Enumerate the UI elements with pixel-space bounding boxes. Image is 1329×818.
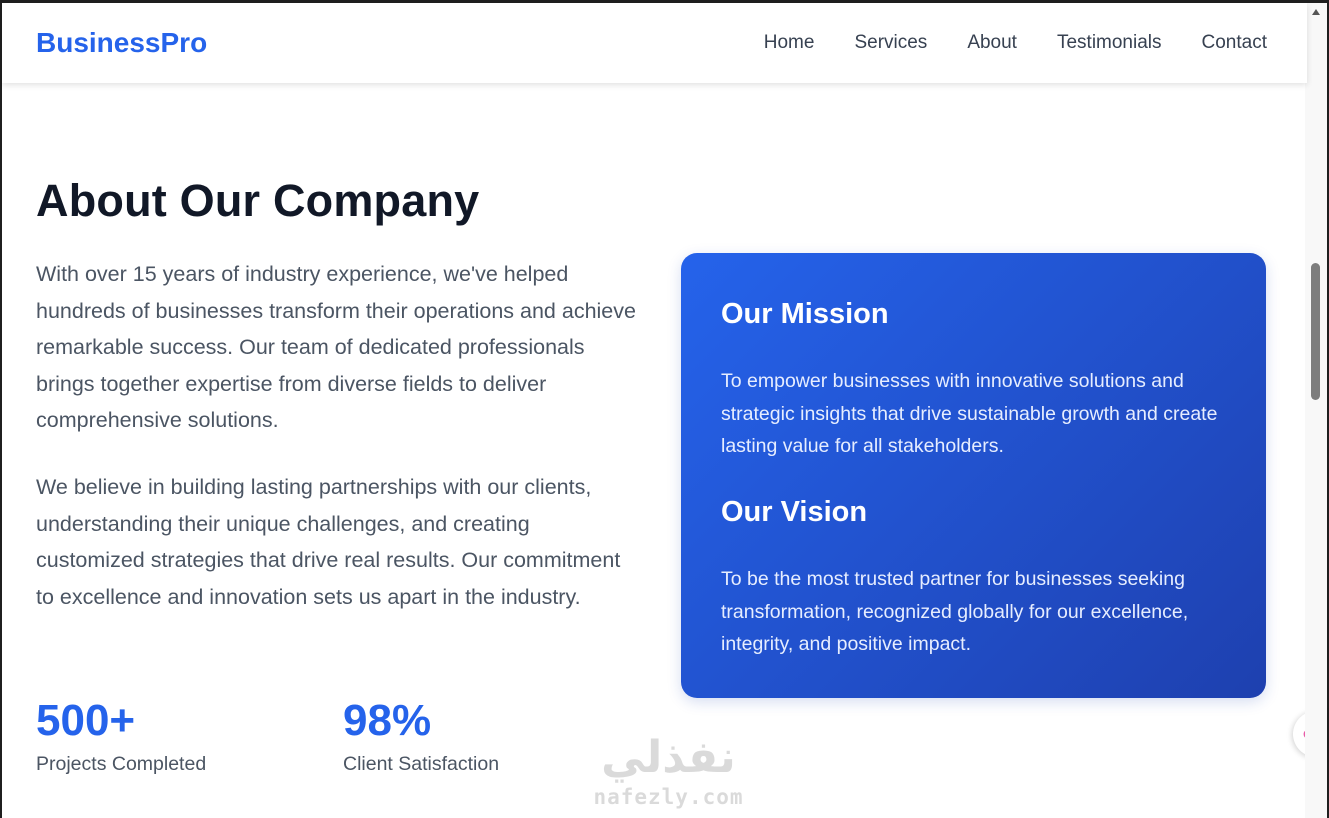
stat-satisfaction: 98% Client Satisfaction: [343, 695, 499, 776]
nav-link-home[interactable]: Home: [764, 32, 815, 54]
mission-text: To empower businesses with innovative so…: [721, 370, 1218, 457]
about-section-title: About Our Company: [36, 175, 480, 226]
watermark: نفذلي nafezly.com: [586, 731, 751, 818]
mission-heading: Our Mission: [721, 298, 889, 330]
nav-link-about[interactable]: About: [967, 32, 1017, 54]
stat-projects-number: 500+: [36, 696, 136, 745]
watermark-arabic-text: نفذلي: [601, 732, 736, 783]
brand-logo[interactable]: BusinessPro: [36, 27, 207, 59]
vision-text: To be the most trusted partner for busin…: [721, 568, 1189, 655]
top-navigation-bar: BusinessPro Home Services About Testimon…: [2, 3, 1307, 83]
watermark-latin-text: nafezly.com: [593, 785, 744, 809]
vertical-scrollbar[interactable]: [1305, 3, 1327, 818]
nav-link-contact[interactable]: Contact: [1202, 32, 1267, 54]
mission-vision-card: Our Mission To empower businesses with i…: [681, 253, 1266, 698]
stat-projects-label: Projects Completed: [36, 753, 207, 775]
vision-heading: Our Vision: [721, 496, 868, 528]
stat-projects: 500+ Projects Completed: [36, 695, 206, 776]
about-paragraph-1: With over 15 years of industry experienc…: [36, 262, 636, 433]
stat-satisfaction-number: 98%: [343, 696, 432, 745]
scrollbar-thumb[interactable]: [1311, 263, 1320, 400]
nav-links: Home Services About Testimonials Contact: [764, 32, 1267, 54]
about-paragraph-2: We believe in building lasting partnersh…: [36, 475, 621, 609]
browser-viewport: BusinessPro Home Services About Testimon…: [0, 0, 1329, 818]
stat-satisfaction-label: Client Satisfaction: [343, 753, 500, 775]
nav-link-services[interactable]: Services: [854, 32, 927, 54]
nav-link-testimonials[interactable]: Testimonials: [1057, 32, 1162, 54]
scroll-up-arrow-icon[interactable]: [1312, 9, 1320, 15]
